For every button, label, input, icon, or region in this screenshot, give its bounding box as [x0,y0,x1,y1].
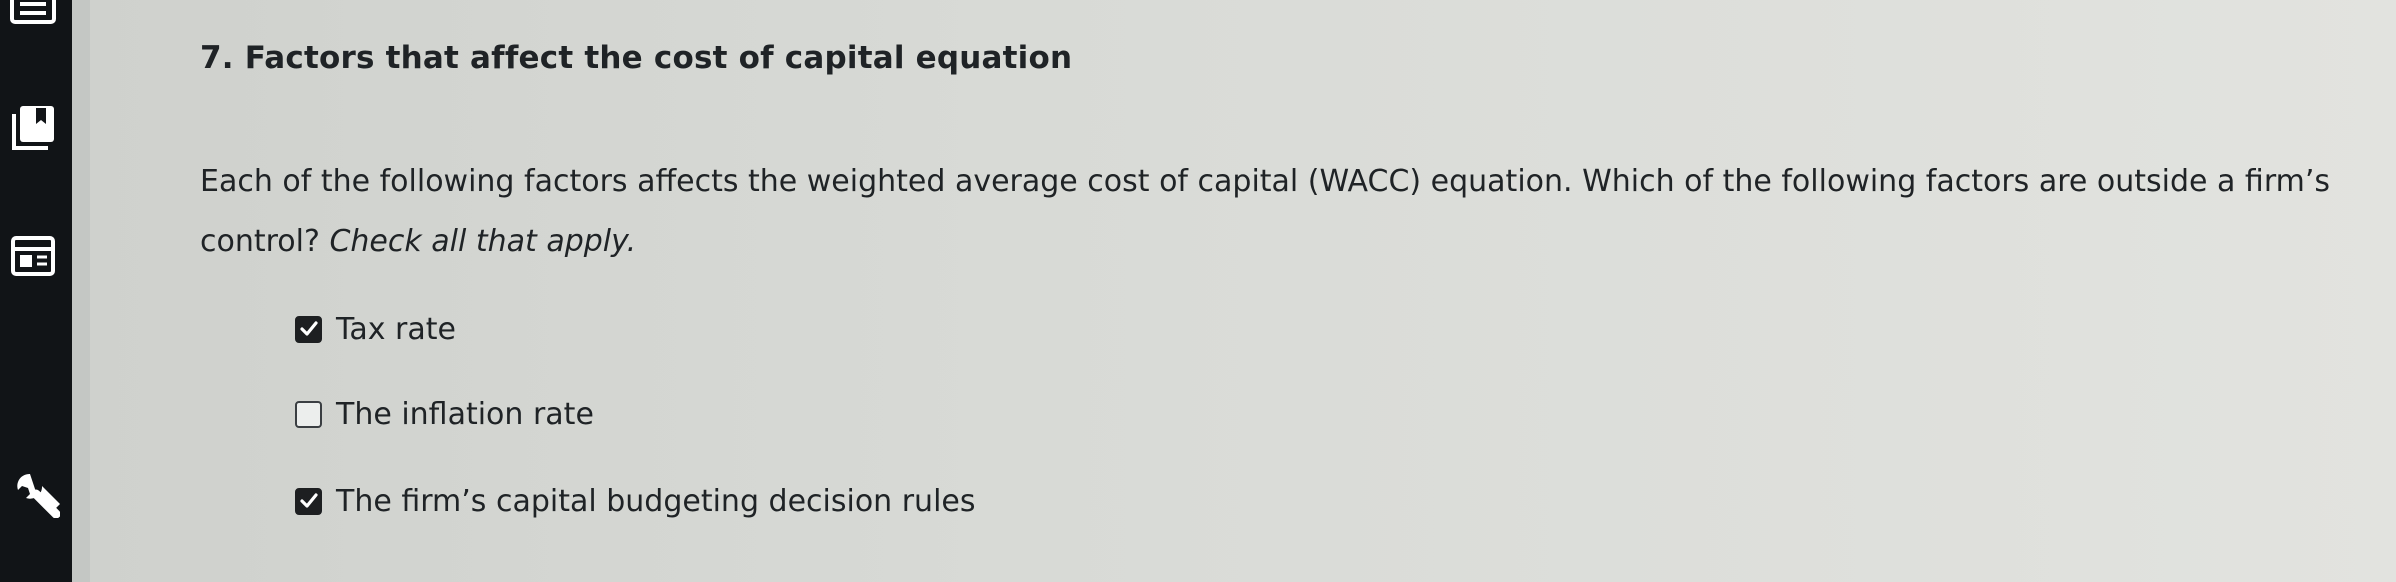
panel-icon[interactable] [10,234,56,280]
option-tax-rate[interactable]: Tax rate [295,309,456,349]
sidebar [0,0,72,582]
sidebar-divider [72,0,90,582]
question-panel: 7. Factors that affect the cost of capit… [90,0,2396,582]
question-title: 7. Factors that affect the cost of capit… [200,40,1073,76]
checkmark-icon [299,493,318,508]
checkmark-icon [299,321,318,336]
option-inflation-rate[interactable]: The inflation rate [295,394,594,434]
option-label: The firm’s capital budgeting decision ru… [336,483,976,519]
option-label: The inflation rate [336,396,594,432]
checkbox-tax-rate[interactable] [295,315,322,343]
bookmark-icon[interactable] [10,104,56,150]
option-capital-budgeting-rules[interactable]: The firm’s capital budgeting decision ru… [295,481,976,521]
list-icon[interactable] [10,0,56,32]
instruction-text: Check all that apply. [329,224,637,259]
checkbox-inflation-rate[interactable] [295,400,322,428]
wrench-icon[interactable] [10,468,61,519]
question-prompt: Each of the following factors affects th… [200,152,2350,272]
checkbox-capital-budgeting-rules[interactable] [295,487,322,515]
option-label: Tax rate [336,311,456,347]
